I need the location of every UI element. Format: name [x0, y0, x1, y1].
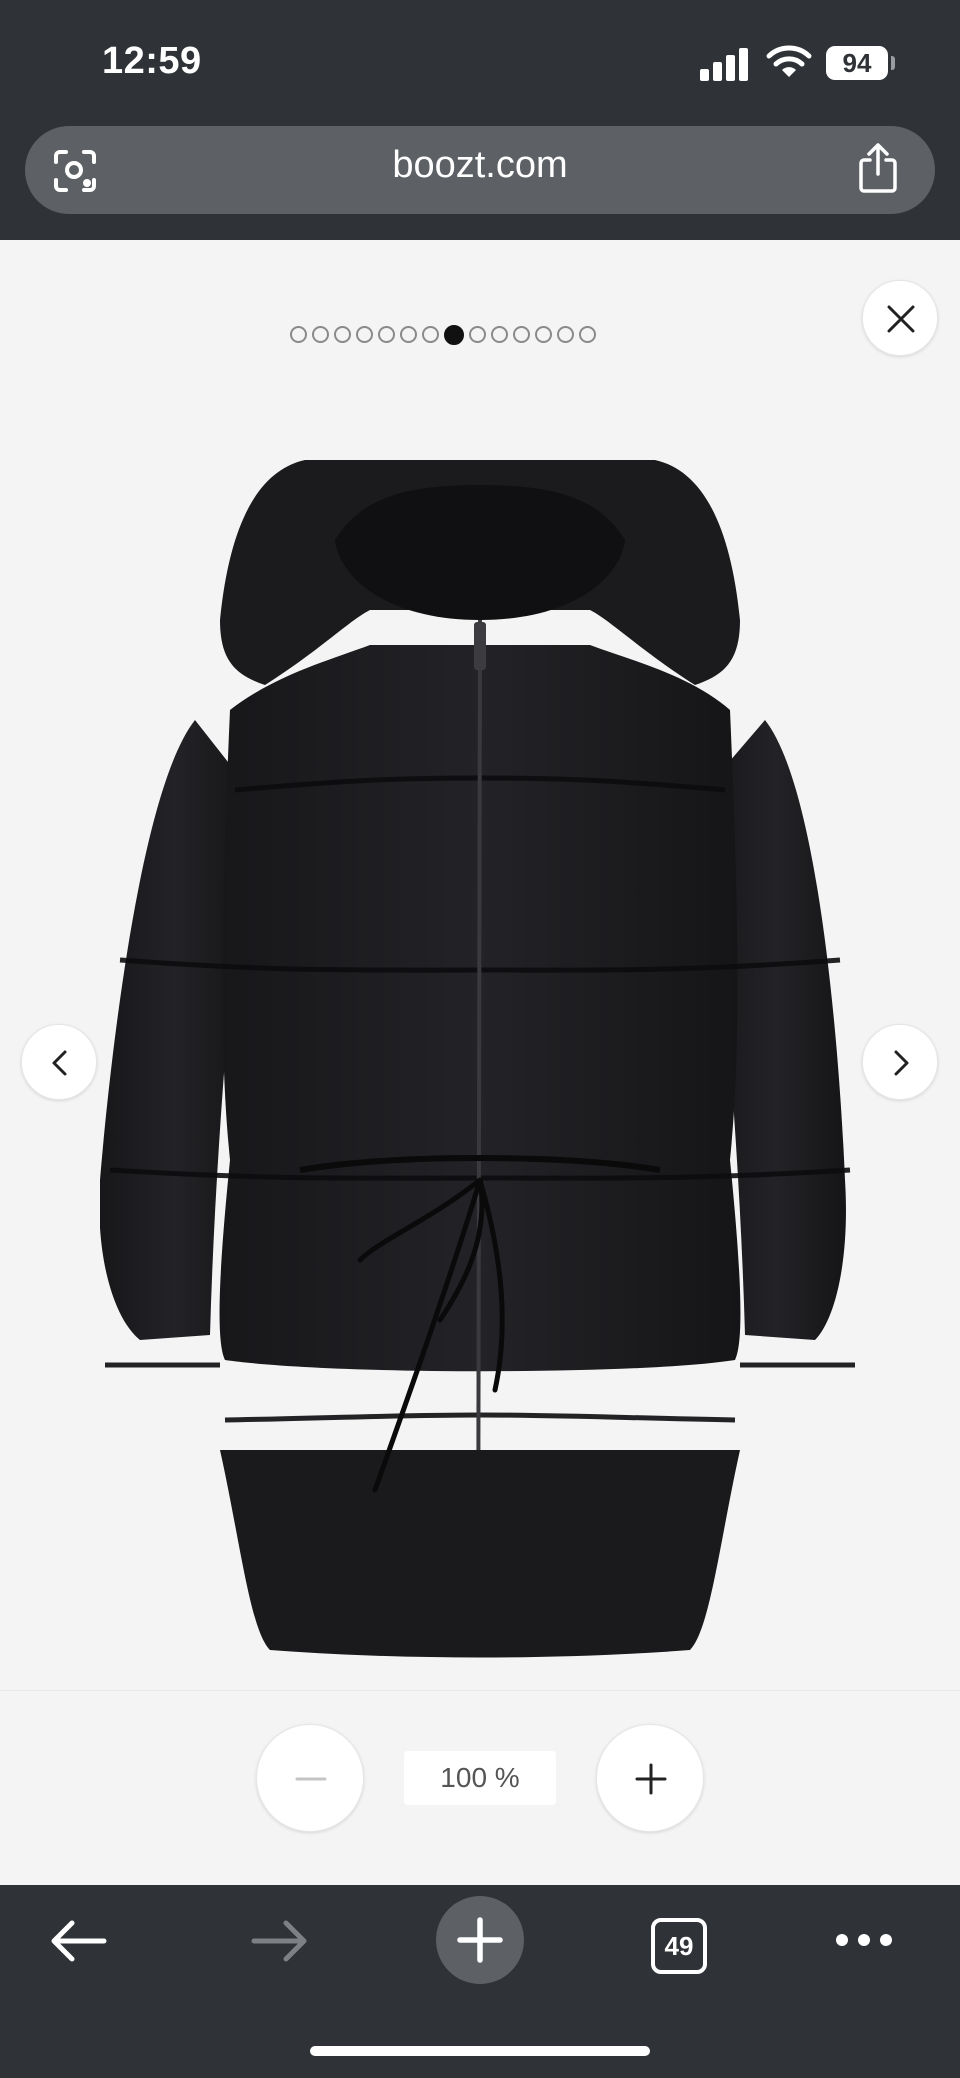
pagination-dot[interactable] [535, 326, 552, 343]
pagination-dot[interactable] [334, 326, 351, 343]
pagination-dot[interactable] [469, 326, 486, 343]
product-image[interactable] [100, 460, 860, 1660]
chevron-left-icon [52, 1050, 67, 1076]
battery-icon: 94 [826, 46, 888, 80]
back-arrow-icon[interactable] [48, 1916, 108, 1966]
zoom-out-button[interactable] [256, 1724, 364, 1832]
pagination-dot[interactable] [491, 326, 508, 343]
status-time: 12:59 [102, 40, 202, 82]
forward-arrow-icon[interactable] [250, 1916, 310, 1966]
chevron-right-icon [894, 1050, 909, 1076]
zoom-level: 100 % [404, 1751, 556, 1805]
share-icon[interactable] [856, 142, 900, 194]
pagination-dot[interactable] [378, 326, 395, 343]
pagination-dot[interactable] [444, 324, 464, 345]
next-image-button[interactable] [862, 1024, 938, 1100]
pagination-dot[interactable] [356, 326, 373, 343]
pagination-dot[interactable] [290, 326, 307, 343]
close-icon [887, 305, 915, 333]
plus-icon [457, 1917, 503, 1963]
previous-image-button[interactable] [21, 1024, 97, 1100]
plus-icon [635, 1763, 667, 1795]
pagination-dot[interactable] [579, 326, 596, 343]
zoom-in-button[interactable] [596, 1724, 704, 1832]
more-icon[interactable] [834, 1930, 894, 1950]
gallery-pagination[interactable] [290, 324, 596, 348]
close-button[interactable] [862, 280, 938, 356]
new-tab-button[interactable] [436, 1896, 524, 1984]
wifi-icon [766, 45, 812, 77]
pagination-dot[interactable] [557, 326, 574, 343]
battery-tip [891, 56, 895, 70]
tab-switcher-button[interactable]: 49 [651, 1918, 707, 1974]
pagination-dot[interactable] [312, 326, 329, 343]
home-indicator [310, 2046, 650, 2056]
minus-icon [295, 1777, 327, 1781]
url-text[interactable]: boozt.com [0, 144, 960, 187]
cellular-signal-icon [700, 47, 750, 81]
pagination-dot[interactable] [400, 326, 417, 343]
pagination-dot[interactable] [513, 326, 530, 343]
pagination-dot[interactable] [422, 326, 439, 343]
